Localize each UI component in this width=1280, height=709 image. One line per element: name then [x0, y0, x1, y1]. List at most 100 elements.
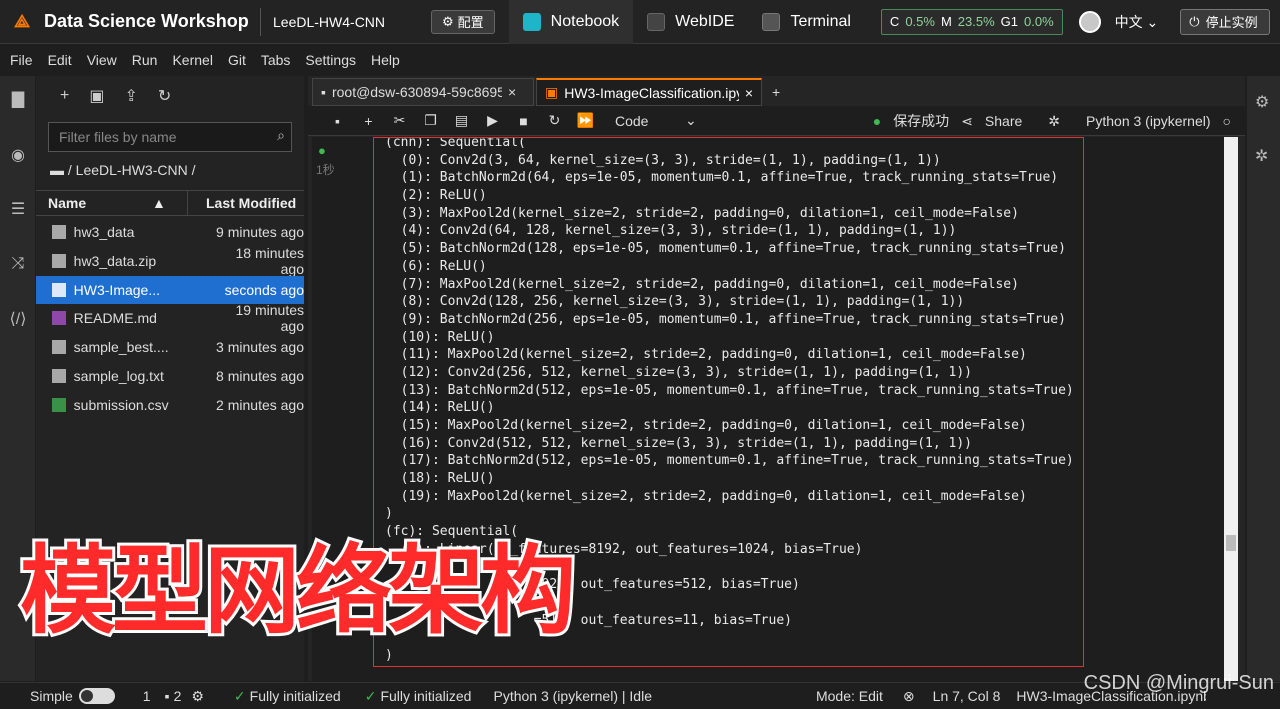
stop-icon[interactable]: ■ [508, 113, 539, 129]
running-icon[interactable]: ◉ [8, 146, 28, 166]
output-line: (13): BatchNorm2d(512, eps=1e-05, moment… [385, 382, 1074, 398]
tab-terminal-doc[interactable]: ▪ root@dsw-630894-59c86959 × [312, 78, 534, 106]
gpu-label: G1 [1000, 14, 1019, 29]
output-line: (11): MaxPool2d(kernel_size=2, stride=2,… [385, 347, 1027, 363]
menu-tabs[interactable]: Tabs [261, 52, 291, 68]
column-modified-header[interactable]: Last Modified [188, 195, 296, 211]
file-name: HW3-Image... [73, 281, 161, 298]
menu-settings[interactable]: Settings [305, 52, 356, 68]
kernel-status[interactable]: Python 3 (ipykernel) | Idle [493, 688, 652, 704]
cut-icon[interactable]: ✂ [384, 112, 415, 129]
output-line: (5): BatchNorm2d(128, eps=1e-05, momentu… [385, 241, 1066, 257]
refresh-icon[interactable]: ↻ [158, 86, 171, 106]
resource-monitor[interactable]: C 0.5% M 23.5% G1 0.0% [880, 8, 1063, 35]
mem-label: M [940, 14, 952, 29]
output-line: (8): Conv2d(128, 256, kernel_size=(3, 3)… [385, 294, 965, 310]
simple-mode-toggle[interactable] [78, 688, 115, 704]
breadcrumb-path: / LeeDL-HW3-CNN / [67, 162, 196, 178]
menu-kernel[interactable]: Kernel [172, 52, 212, 68]
notebook-file-icon [52, 282, 66, 297]
debugger-icon[interactable]: ✲ [1255, 146, 1268, 166]
run-all-icon[interactable]: ⏩ [570, 112, 601, 129]
output-line: ) [385, 506, 393, 522]
edit-mode: Mode: Edit [815, 688, 883, 704]
chevron-down-icon[interactable]: ⌄ [685, 112, 697, 129]
terminal-icon: ▪ [321, 84, 326, 100]
output-line: (19): MaxPool2d(kernel_size=2, stride=2,… [385, 488, 1027, 504]
share-icon: ⋖ [961, 112, 973, 129]
stop-instance-button[interactable]: ⏻ 停止实例 [1180, 8, 1271, 35]
check-icon: ● [318, 143, 326, 158]
toc-icon[interactable]: ☰ [8, 200, 28, 220]
file-row[interactable]: submission.csv 2 minutes ago [36, 391, 304, 419]
config-button[interactable]: ⚙ 配置 [431, 9, 495, 34]
code-icon[interactable]: ⟨/⟩ [8, 310, 28, 330]
restart-icon[interactable]: ↻ [539, 112, 570, 129]
output-line: (17): BatchNorm2d(512, eps=1e-05, moment… [385, 453, 1074, 469]
menu-view[interactable]: View [87, 52, 117, 68]
upload-icon[interactable]: ⇪ [124, 86, 137, 106]
debug-icon[interactable]: ✲ [1048, 113, 1060, 130]
column-name-header[interactable]: Name ▲ [36, 190, 188, 216]
file-row[interactable]: sample_best.... 3 minutes ago [36, 333, 304, 361]
avatar[interactable] [1078, 10, 1101, 33]
run-icon[interactable]: ▶ [477, 112, 508, 129]
file-row[interactable]: hw3_data.zip 18 minutes ago [36, 245, 304, 277]
app-logo-icon[interactable]: ⟁ [0, 0, 44, 44]
add-tab-button[interactable]: + [764, 78, 788, 106]
status-count-2: 2 [173, 688, 182, 704]
init-status-2: Fully initialized [380, 688, 472, 704]
kernel-name[interactable]: Python 3 (ipykernel) [1086, 113, 1211, 129]
menu-file[interactable]: File [10, 52, 33, 68]
close-icon[interactable]: × [508, 84, 516, 100]
scrollbar[interactable] [1224, 137, 1238, 681]
new-folder-icon[interactable]: ▣ [89, 86, 104, 106]
menu-edit[interactable]: Edit [48, 52, 72, 68]
menu-run[interactable]: Run [132, 52, 158, 68]
file-filter-input[interactable]: Filter files by name ⌕ [48, 122, 292, 152]
project-name[interactable]: LeeDL-HW4-CNN [261, 14, 431, 30]
file-row[interactable]: hw3_data 9 minutes ago [36, 218, 304, 246]
new-launcher-icon[interactable]: + [60, 87, 69, 105]
tab-terminal[interactable]: Terminal [748, 0, 864, 44]
status-count-1: 1 [142, 688, 151, 704]
tab-webide[interactable]: WebIDE [633, 0, 748, 44]
file-row[interactable]: README.md 19 minutes ago [36, 302, 304, 334]
breadcrumb[interactable]: ▬ / LeeDL-HW3-CNN / [50, 162, 195, 178]
app-title: Data Science Workshop [44, 11, 249, 31]
tab-notebook[interactable]: Notebook [508, 0, 634, 44]
terminal-icon [762, 12, 781, 31]
watermark: CSDN @Mingrui-Sun [1083, 672, 1274, 694]
shield-icon[interactable]: ⊗ [903, 688, 915, 705]
close-icon[interactable]: × [745, 85, 753, 101]
cell-type-select[interactable]: Code [615, 113, 685, 129]
save-icon[interactable]: ▪ [322, 113, 353, 129]
search-icon: ⌕ [277, 127, 285, 143]
copy-icon[interactable]: ❐ [415, 112, 446, 129]
share-button[interactable]: Share [985, 113, 1022, 129]
file-row[interactable]: HW3-Image... seconds ago [36, 275, 304, 304]
cursor-position[interactable]: Ln 7, Col 8 [933, 688, 1001, 704]
markdown-icon [52, 311, 66, 326]
tab-notebook-label: HW3-ImageClassification.ipy [564, 84, 739, 101]
file-name: hw3_data [73, 224, 135, 240]
file-row[interactable]: sample_log.txt 8 minutes ago [36, 362, 304, 390]
file-list-header: Name ▲ Last Modified [36, 190, 304, 216]
scrollbar-thumb[interactable] [1226, 535, 1236, 551]
language-selector[interactable]: 中文 ⌄ [1115, 12, 1159, 32]
file-name: README.md [73, 310, 157, 327]
tab-notebook-doc[interactable]: ▣ HW3-ImageClassification.ipy × [536, 78, 762, 106]
insert-cell-icon[interactable]: + [353, 113, 384, 129]
property-inspector-icon[interactable]: ⚙ [1255, 92, 1269, 112]
output-line: (16): Conv2d(512, 512, kernel_size=(3, 3… [385, 435, 972, 451]
tab-terminal-label: Terminal [790, 12, 851, 30]
plus-icon: + [772, 84, 781, 100]
output-line: (cnn): Sequential( [385, 137, 526, 150]
menu-help[interactable]: Help [371, 52, 400, 68]
paste-icon[interactable]: ▤ [446, 112, 477, 129]
stop-instance-label: 停止实例 [1205, 15, 1258, 30]
csv-icon [52, 397, 66, 412]
menu-git[interactable]: Git [228, 52, 246, 68]
folder-icon[interactable]: ▇ [8, 90, 28, 110]
git-icon[interactable]: ⤨ [8, 254, 28, 274]
